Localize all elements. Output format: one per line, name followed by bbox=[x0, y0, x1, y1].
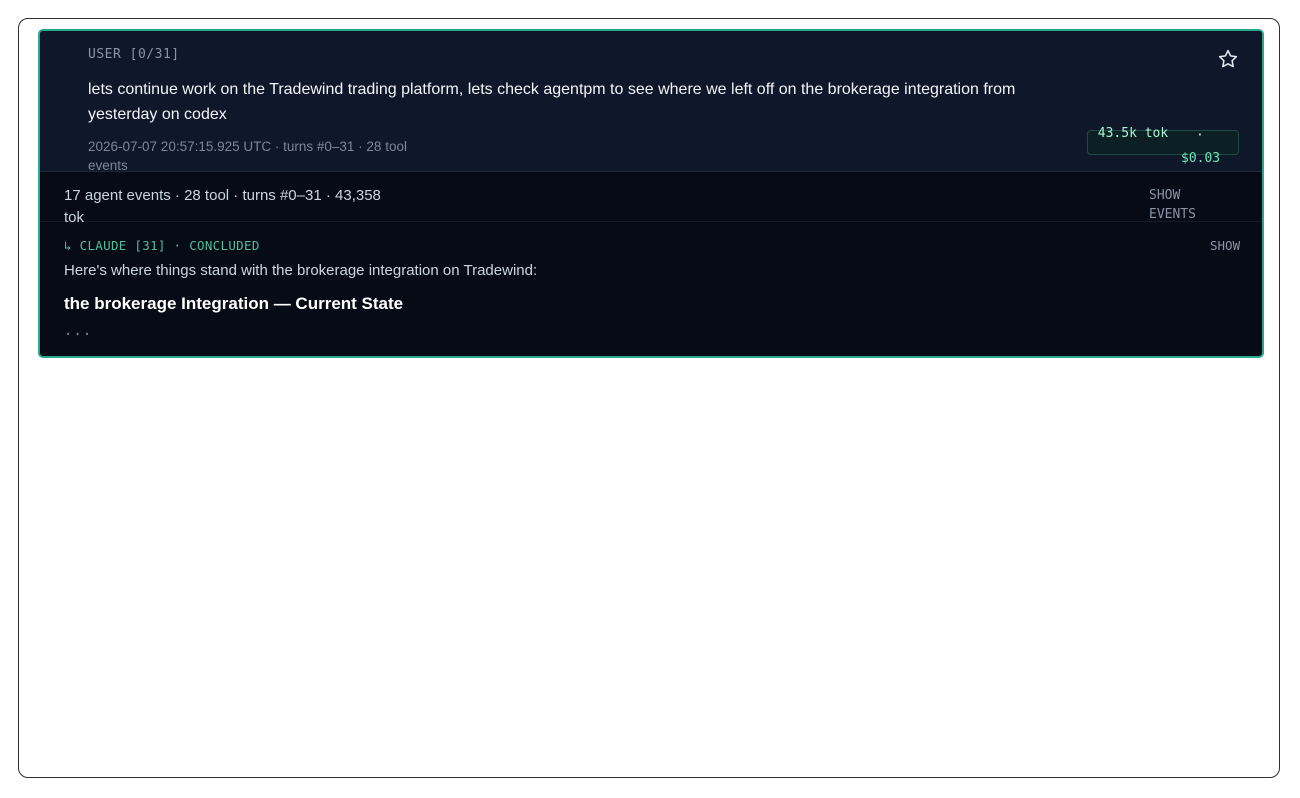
claude-reply-header: ↳ CLAUDE [31] · CONCLUDED bbox=[64, 238, 260, 253]
token-separator: · bbox=[1196, 128, 1204, 143]
agent-events-summary: 17 agent events · 28 tool · turns #0–31 … bbox=[40, 171, 1262, 226]
star-icon[interactable] bbox=[1217, 48, 1239, 70]
token-count: 43.5k tok bbox=[1097, 126, 1169, 141]
conversation-turn-card: USER [0/31] lets continue work on the Tr… bbox=[38, 29, 1264, 358]
reply-intro-text: Here's where things stand with the broke… bbox=[64, 262, 538, 279]
summary-text: 17 agent events · 28 tool · turns #0–31 … bbox=[64, 187, 381, 226]
user-message-meta: 2026-07-07 20:57:15.925 UTC · turns #0–3… bbox=[88, 139, 407, 173]
user-role-label: USER [0/31] bbox=[88, 47, 180, 62]
show-events-button[interactable]: SHOW EVENTS bbox=[1149, 186, 1219, 224]
user-message-section: USER [0/31] lets continue work on the Tr… bbox=[40, 31, 1262, 173]
reply-heading: the brokerage Integration — Current Stat… bbox=[64, 294, 404, 313]
token-cost-badge[interactable]: 43.5k tok · $0.03 bbox=[1087, 126, 1239, 166]
reply-truncation-ellipsis: ... bbox=[64, 323, 93, 339]
token-cost: $0.03 bbox=[1181, 151, 1221, 166]
show-reply-button[interactable]: SHOW bbox=[1210, 238, 1240, 253]
user-message-text: lets continue work on the Tradewind trad… bbox=[88, 81, 1016, 123]
